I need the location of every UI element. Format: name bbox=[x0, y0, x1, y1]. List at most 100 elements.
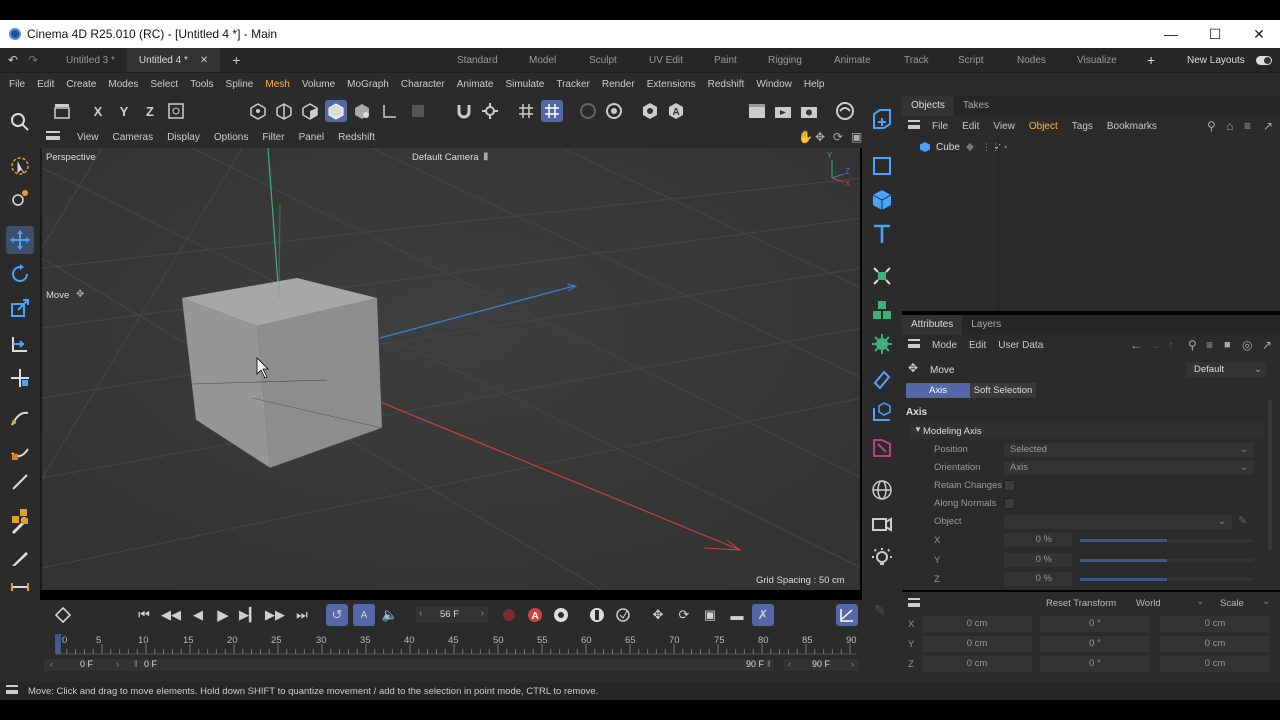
attr-filter-icon[interactable]: ≡ bbox=[1206, 338, 1213, 352]
menu-simulate[interactable]: Simulate bbox=[499, 79, 550, 90]
autokey-icon[interactable]: A bbox=[524, 604, 546, 626]
layout-sculpt[interactable]: Sculpt bbox=[589, 48, 617, 72]
previous-key-icon[interactable]: ◀◀ bbox=[160, 604, 182, 626]
viewport-solo-icon[interactable] bbox=[577, 100, 599, 122]
volume-builder-icon[interactable] bbox=[868, 434, 896, 462]
chevron-left-icon[interactable]: ‹ bbox=[50, 659, 53, 669]
subtab-axis[interactable]: Axis bbox=[906, 383, 970, 398]
new-layouts-label[interactable]: New Layouts bbox=[1187, 48, 1245, 72]
coord-z-rotation[interactable]: 0 ° bbox=[1040, 656, 1150, 672]
axis-mode-icon[interactable] bbox=[379, 100, 401, 122]
spline-smooth-icon[interactable] bbox=[6, 436, 34, 464]
menu-edit[interactable]: Edit bbox=[31, 79, 60, 90]
layout-uv-edit[interactable]: UV Edit bbox=[649, 48, 683, 72]
object-name[interactable]: Cube bbox=[936, 142, 960, 153]
close-tab-icon[interactable]: ✕ bbox=[200, 55, 208, 66]
obj-new-window-icon[interactable]: ↗ bbox=[1263, 119, 1273, 133]
tab-layers[interactable]: Layers bbox=[962, 315, 1010, 335]
coord-z-scale[interactable]: 0 cm bbox=[1160, 656, 1270, 672]
fracture-icon[interactable] bbox=[868, 296, 896, 324]
scale-tool-icon[interactable] bbox=[6, 294, 34, 322]
maximize-button[interactable]: ☐ bbox=[1193, 20, 1237, 48]
layout-script[interactable]: Script bbox=[958, 48, 984, 72]
range-preview-end[interactable]: 90 F bbox=[746, 659, 764, 669]
coord-y-position[interactable]: 0 cm bbox=[922, 636, 1032, 652]
retain-changes-checkbox[interactable] bbox=[1004, 480, 1015, 491]
layout-visualize[interactable]: Visualize bbox=[1077, 48, 1117, 72]
next-key-icon[interactable]: ▶▶ bbox=[264, 604, 286, 626]
menu-create[interactable]: Create bbox=[60, 79, 102, 90]
chevron-left-icon[interactable]: ‹ bbox=[419, 608, 422, 619]
add-layout-icon[interactable]: + bbox=[1147, 48, 1155, 72]
obj-menu-object[interactable]: Object bbox=[1029, 121, 1058, 132]
coord-x-position[interactable]: 0 cm bbox=[922, 616, 1032, 632]
undo-icon[interactable]: ↶ bbox=[8, 53, 22, 67]
layer-icon[interactable] bbox=[966, 143, 974, 151]
menu-volume[interactable]: Volume bbox=[296, 79, 341, 90]
menu-character[interactable]: Character bbox=[395, 79, 451, 90]
attr-search-icon[interactable]: ⚲ bbox=[1188, 338, 1197, 352]
group-header[interactable]: ▼ Modeling Axis bbox=[910, 423, 1264, 439]
text-spline-icon[interactable] bbox=[868, 220, 896, 248]
workplane-snap-icon[interactable] bbox=[541, 100, 563, 122]
x-axis-lock-button[interactable]: X bbox=[87, 100, 109, 122]
effector-icon[interactable] bbox=[868, 330, 896, 358]
deformer-icon[interactable] bbox=[868, 366, 896, 394]
layout-paint[interactable]: Paint bbox=[714, 48, 737, 72]
object-mode-icon[interactable] bbox=[51, 100, 73, 122]
layout-nodes[interactable]: Nodes bbox=[1017, 48, 1046, 72]
menu-file[interactable]: File bbox=[3, 79, 31, 90]
cube-primitive-icon[interactable] bbox=[868, 186, 896, 214]
close-window-button[interactable]: ✕ bbox=[1237, 20, 1280, 48]
slider-x-value[interactable]: 0 % bbox=[1004, 533, 1072, 547]
add-tab-icon[interactable]: + bbox=[232, 52, 240, 68]
rotate-tool-icon[interactable] bbox=[6, 260, 34, 288]
snap-magnet-icon[interactable] bbox=[453, 100, 475, 122]
chevron-right-icon[interactable]: › bbox=[116, 659, 119, 669]
menu-select[interactable]: Select bbox=[144, 79, 184, 90]
edit-icon[interactable]: ✎ bbox=[874, 602, 886, 619]
layout-animate[interactable]: Animate bbox=[834, 48, 871, 72]
menu-redshift[interactable]: Redshift bbox=[702, 79, 751, 90]
menu-extensions[interactable]: Extensions bbox=[641, 79, 702, 90]
vp-menu-view[interactable]: View bbox=[70, 132, 106, 143]
record-icon[interactable] bbox=[498, 604, 520, 626]
attr-target-icon[interactable]: ◎ bbox=[1242, 338, 1252, 352]
solo-mode-icon[interactable] bbox=[407, 100, 429, 122]
camera-label[interactable]: Default Camera bbox=[412, 152, 479, 163]
attr-menu-user-data[interactable]: User Data bbox=[998, 340, 1043, 351]
slider-y-value[interactable]: 0 % bbox=[1004, 553, 1072, 567]
menu-help[interactable]: Help bbox=[798, 79, 831, 90]
edges-mode-icon[interactable] bbox=[273, 100, 295, 122]
layout-standard[interactable]: Standard bbox=[457, 48, 498, 72]
chevron-left-icon[interactable]: ‹ bbox=[788, 659, 791, 669]
obj-menu-view[interactable]: View bbox=[993, 121, 1015, 132]
field-icon[interactable] bbox=[868, 398, 896, 426]
coord-z-position[interactable]: 0 cm bbox=[922, 656, 1032, 672]
play-button[interactable]: ▶ bbox=[212, 604, 234, 626]
obj-home-icon[interactable]: ⌂ bbox=[1226, 119, 1233, 133]
space-dropdown[interactable]: World bbox=[1136, 598, 1161, 609]
preset-dropdown[interactable]: Default ⌄ bbox=[1186, 362, 1266, 377]
search-icon[interactable] bbox=[6, 108, 34, 136]
keyframe-diamond-icon[interactable] bbox=[52, 604, 74, 626]
orientation-dropdown[interactable]: Axis ⌄ bbox=[1004, 461, 1254, 475]
render-picture-viewer-icon[interactable] bbox=[772, 100, 794, 122]
model-mode-icon[interactable] bbox=[325, 100, 347, 122]
vp-menu-redshift[interactable]: Redshift bbox=[331, 132, 382, 143]
coord-x-scale[interactable]: 0 cm bbox=[1160, 616, 1270, 632]
coordinate-system-icon[interactable] bbox=[165, 100, 187, 122]
placement-tool-icon[interactable] bbox=[6, 364, 34, 392]
key-position-icon[interactable]: ✥ bbox=[647, 604, 669, 626]
polygons-mode-icon[interactable] bbox=[299, 100, 321, 122]
layout-rigging[interactable]: Rigging bbox=[768, 48, 802, 72]
timeline-window-icon[interactable] bbox=[836, 604, 858, 626]
workplane-grid-icon[interactable] bbox=[515, 100, 537, 122]
auto-icon[interactable]: A bbox=[665, 100, 687, 122]
obj-menu-tags[interactable]: Tags bbox=[1072, 121, 1093, 132]
reset-transform-button[interactable]: Reset Transform bbox=[1046, 598, 1116, 609]
spline-sketch-icon[interactable] bbox=[6, 468, 34, 496]
rectangle-spline-icon[interactable] bbox=[868, 152, 896, 180]
render-settings-icon[interactable] bbox=[603, 100, 625, 122]
vp-menu-options[interactable]: Options bbox=[207, 132, 255, 143]
